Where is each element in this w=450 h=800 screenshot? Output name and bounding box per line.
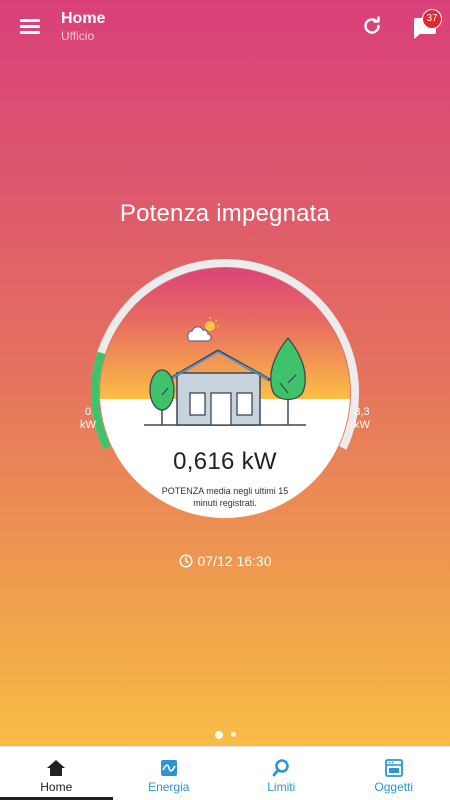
messages-button[interactable]: 37 bbox=[410, 9, 442, 42]
nav-energia[interactable]: Energia bbox=[113, 747, 226, 800]
search-icon bbox=[272, 759, 290, 777]
page-dot-2[interactable] bbox=[230, 732, 236, 738]
nav-oggetti[interactable]: Oggetti bbox=[338, 747, 450, 800]
gauge-title: Potenza impegnata bbox=[119, 200, 331, 227]
nav-home-label: Home bbox=[40, 780, 73, 794]
power-reading: 0,616 kW bbox=[173, 448, 277, 475]
nav-limiti[interactable]: Limiti bbox=[225, 747, 338, 800]
gauge-max-value: 3,3 bbox=[354, 406, 370, 418]
menu-button[interactable] bbox=[18, 14, 44, 38]
page-dot-1[interactable] bbox=[214, 730, 223, 739]
timestamp-text: 07/12 16:30 bbox=[197, 553, 272, 569]
power-reading-description: POTENZA media negli ultimi 15 minuti reg… bbox=[161, 486, 289, 508]
nav-oggetti-label: Oggetti bbox=[374, 780, 414, 794]
gauge-min-label: 0 kW bbox=[77, 406, 99, 432]
app-bar-title: Home bbox=[61, 10, 106, 27]
home-icon bbox=[47, 760, 66, 776]
app-bar: Home Ufficio 37 bbox=[0, 0, 450, 56]
bottom-navigation: Home Energia Limiti Oggetti bbox=[0, 746, 450, 800]
appliance-icon bbox=[384, 759, 403, 777]
notification-badge: 37 bbox=[422, 9, 442, 29]
page-indicator bbox=[0, 726, 450, 744]
timestamp: 07/12 16:30 bbox=[0, 553, 450, 569]
app-bar-subtitle: Ufficio bbox=[61, 29, 95, 43]
app-bar-title-block: Home Ufficio bbox=[61, 9, 105, 44]
gauge-min-unit: kW bbox=[80, 419, 96, 431]
energy-chart-icon bbox=[160, 760, 177, 776]
gauge-max-unit: kW bbox=[354, 419, 370, 431]
gauge-min-value: 0 bbox=[84, 406, 92, 418]
gauge-max-label: 3,3 kW bbox=[350, 406, 374, 432]
clock-icon bbox=[179, 554, 193, 568]
nav-home[interactable]: Home bbox=[0, 747, 113, 800]
nav-limiti-label: Limiti bbox=[267, 780, 296, 794]
refresh-button[interactable] bbox=[358, 12, 386, 40]
nav-energia-label: Energia bbox=[148, 780, 190, 794]
refresh-icon[interactable] bbox=[358, 12, 386, 40]
